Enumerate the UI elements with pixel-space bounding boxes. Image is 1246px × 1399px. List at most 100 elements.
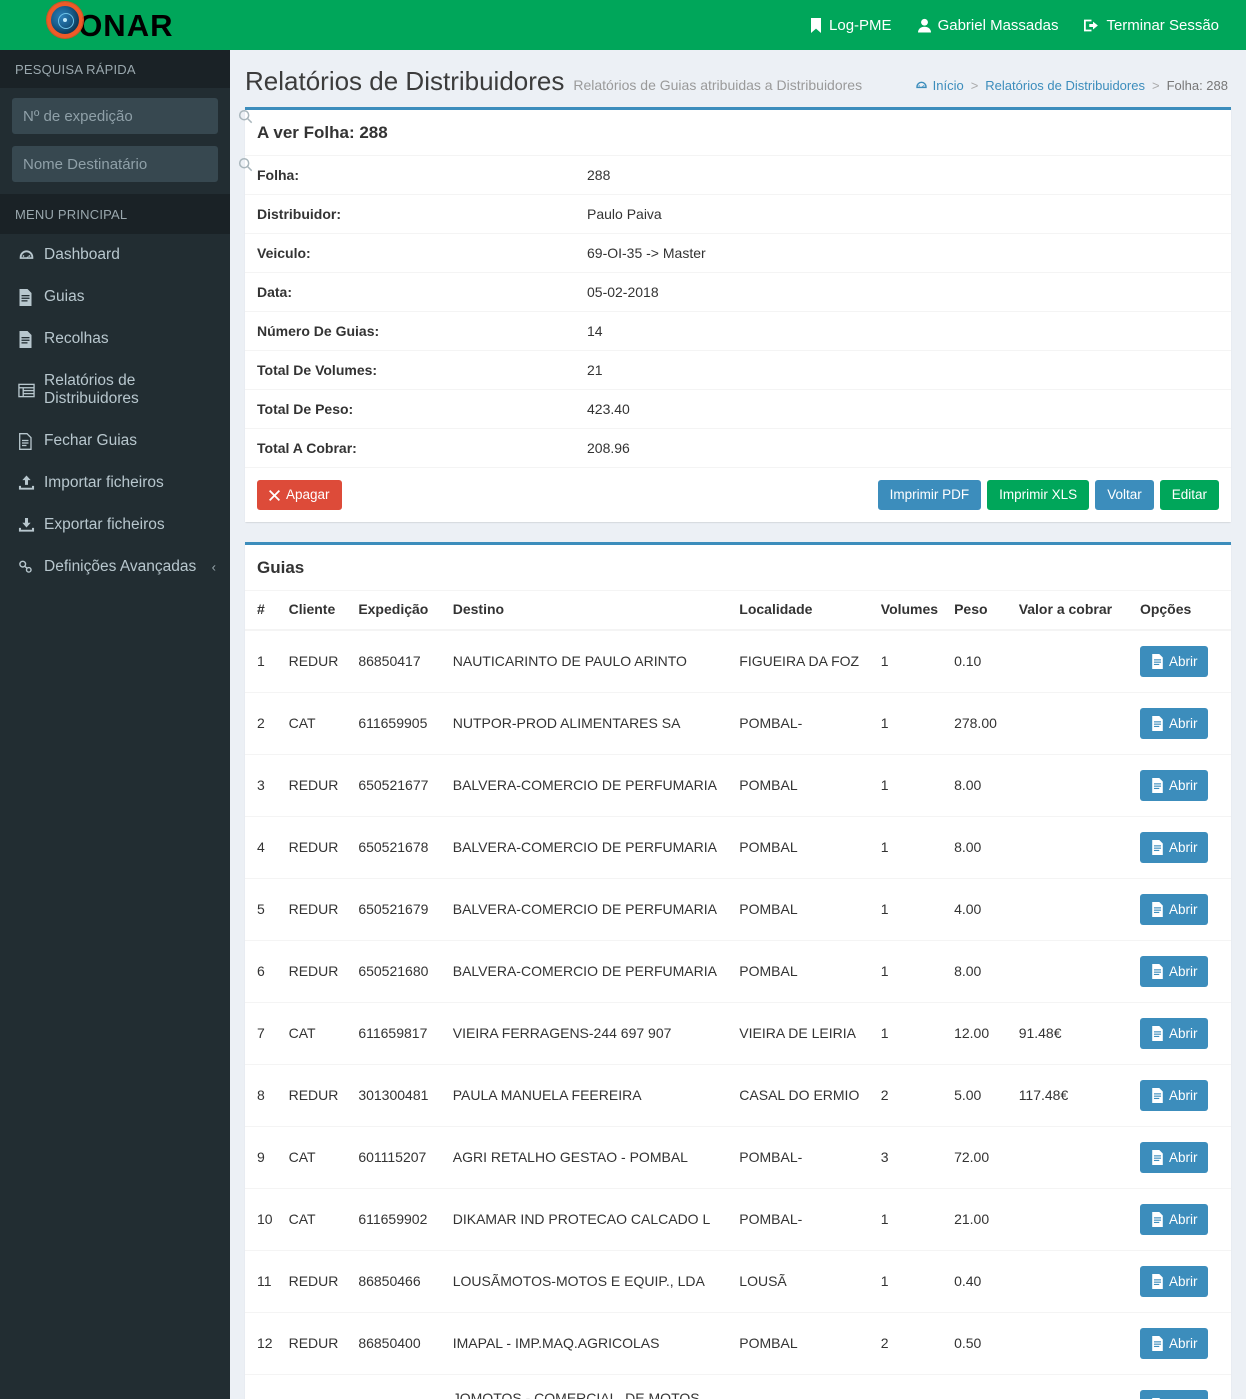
breadcrumb-separator: > (1151, 78, 1160, 93)
sidebar-item-guias[interactable]: Guias (0, 276, 230, 318)
cell-valor (1010, 1125, 1132, 1189)
download-icon (18, 517, 44, 533)
breadcrumb-item-relatorios[interactable]: Relatórios de Distribuidores (985, 78, 1145, 93)
sidebar-item-dashboard[interactable]: Dashboard (0, 234, 230, 276)
cell-opcoes: Abrir (1131, 877, 1231, 941)
cell-peso: 0.10 (946, 629, 1011, 693)
sidebar-item-exportar-ficheiros[interactable]: Exportar ficheiros (0, 504, 230, 546)
search-expedicao-box[interactable] (12, 98, 253, 134)
cell-expedicao: 601115207 (350, 1125, 445, 1189)
table-row: Total De Volumes: 21 (245, 350, 1231, 390)
page-heading-group: Relatórios de Distribuidores Relatórios … (245, 66, 862, 96)
cell-expedicao: 650521679 (350, 877, 445, 941)
back-button[interactable]: Voltar (1095, 480, 1154, 510)
file-text-icon (1151, 1211, 1164, 1227)
open-guia-label: Abrir (1168, 1149, 1198, 1165)
open-guia-label: Abrir (1168, 1025, 1198, 1041)
search-icon[interactable] (232, 147, 259, 181)
cell-peso: 8.00 (946, 815, 1011, 879)
print-xls-button[interactable]: Imprimir XLS (987, 480, 1090, 510)
open-guia-label: Abrir (1168, 963, 1198, 979)
cell-expedicao: 611659817 (350, 1001, 445, 1065)
cell-volumes: 1 (872, 1249, 947, 1313)
sidebar-item-importar-ficheiros[interactable]: Importar ficheiros (0, 462, 230, 504)
search-icon[interactable] (232, 99, 259, 133)
upload-icon (18, 475, 44, 491)
cell-num: 11 (245, 1249, 281, 1313)
link-icon (18, 559, 44, 575)
cell-expedicao: 611659905 (350, 691, 445, 755)
topbar-item-log-pme[interactable]: Log-PME (797, 0, 905, 50)
col-header-destino: Destino (444, 590, 732, 631)
cell-opcoes: Abrir (1131, 939, 1231, 1003)
page-title: Relatórios de Distribuidores (245, 66, 565, 96)
cell-valor: 91.48€ (1010, 1001, 1132, 1065)
cell-opcoes: Abrir (1131, 1249, 1231, 1313)
cell-peso: 8.00 (946, 939, 1011, 1003)
open-guia-button[interactable]: Abrir (1139, 1265, 1209, 1297)
print-pdf-button[interactable]: Imprimir PDF (877, 480, 982, 510)
cell-valor (1010, 1187, 1132, 1251)
open-guia-label: Abrir (1168, 1273, 1198, 1289)
folha-detail-header: A ver Folha: 288 (245, 110, 1231, 157)
open-guia-label: Abrir (1168, 715, 1198, 731)
cell-cliente: CAT (280, 1187, 351, 1251)
folha-detail-table: Folha: 288 Distribuidor: Paulo Paiva Veicu… (245, 156, 1231, 468)
breadcrumb-item-inicio[interactable]: Início (915, 78, 964, 93)
app-logo[interactable]: SONAR (0, 0, 230, 50)
delete-button[interactable]: Apagar (257, 480, 342, 510)
cell-destino: PAULA MANUELA FEEREIRA (444, 1063, 732, 1127)
open-guia-label: Abrir (1168, 839, 1198, 855)
file-text-icon (1151, 715, 1164, 731)
breadcrumb-item-current: Folha: 288 (1166, 78, 1228, 93)
cell-valor (1010, 629, 1132, 693)
cell-volumes: 1 (872, 629, 947, 693)
cell-localidade: LOUSÃ (731, 1249, 873, 1313)
topbar-item-user[interactable]: Gabriel Massadas (905, 0, 1072, 50)
main-area: Log-PME Gabriel Massadas Terminar Sessão… (230, 0, 1246, 1399)
open-guia-button[interactable]: Abrir (1139, 893, 1209, 925)
open-guia-button[interactable]: Abrir (1139, 1017, 1209, 1049)
cell-peso: 278.00 (946, 691, 1011, 755)
cell-volumes: 1 (872, 939, 947, 1003)
open-guia-button[interactable]: Abrir (1139, 955, 1209, 987)
cell-valor (1010, 1373, 1132, 1399)
topbar-item-logout[interactable]: Terminar Sessão (1071, 0, 1232, 50)
file-text-icon (1151, 901, 1164, 917)
file-text-icon (1151, 1273, 1164, 1289)
sidebar-item-relatorios-distribuidores[interactable]: Relatórios de Distribuidores (0, 360, 230, 420)
table-row: 6 REDUR 650521680 BALVERA-COMERCIO DE PERFU… (245, 939, 1231, 1003)
open-guia-button[interactable]: Abrir (1139, 645, 1209, 677)
sidebar-item-recolhas[interactable]: Recolhas (0, 318, 230, 360)
breadcrumb-label: Início (932, 78, 964, 93)
open-guia-button[interactable]: Abrir (1139, 707, 1209, 739)
sidebar-item-definicoes-avancadas[interactable]: Definições Avançadas ‹ (0, 546, 230, 588)
cell-volumes: 1 (872, 691, 947, 755)
cell-cliente: CAT (280, 691, 351, 755)
cell-destino: BALVERA-COMERCIO DE PERFUMARIA (444, 815, 732, 879)
open-guia-button[interactable]: Abrir (1139, 831, 1209, 863)
open-guia-button[interactable]: Abrir (1139, 1203, 1209, 1235)
table-row: Distribuidor: Paulo Paiva (245, 194, 1231, 234)
open-guia-button[interactable]: Abrir (1139, 1327, 1209, 1359)
sidebar-item-label: Exportar ficheiros (44, 516, 165, 533)
search-destinatario-input[interactable] (13, 155, 232, 173)
cell-cliente: REDUR (280, 815, 351, 879)
open-guia-button[interactable]: Abrir (1139, 1079, 1209, 1111)
cell-num: 5 (245, 877, 281, 941)
search-expedicao-input[interactable] (13, 107, 232, 125)
open-guia-button[interactable]: Abrir (1139, 1390, 1209, 1399)
cell-localidade: POMBAL (731, 753, 873, 817)
file-text-icon (1151, 1335, 1164, 1351)
sidebar-item-fechar-guias[interactable]: Fechar Guias (0, 420, 230, 462)
main-menu-title: MENU PRINCIPAL (0, 194, 230, 234)
open-guia-button[interactable]: Abrir (1139, 1141, 1209, 1173)
sidebar-item-label: Definições Avançadas (44, 558, 197, 575)
folha-detail-panel: A ver Folha: 288 Folha: 288 Distribuidor:… (245, 107, 1231, 522)
edit-button[interactable]: Editar (1159, 480, 1219, 510)
search-destinatario-box[interactable] (12, 146, 253, 182)
sidebar-item-label: Recolhas (44, 330, 109, 347)
cell-volumes: 2 (872, 1311, 947, 1375)
open-guia-button[interactable]: Abrir (1139, 769, 1209, 801)
cell-expedicao: 301300481 (350, 1063, 445, 1127)
